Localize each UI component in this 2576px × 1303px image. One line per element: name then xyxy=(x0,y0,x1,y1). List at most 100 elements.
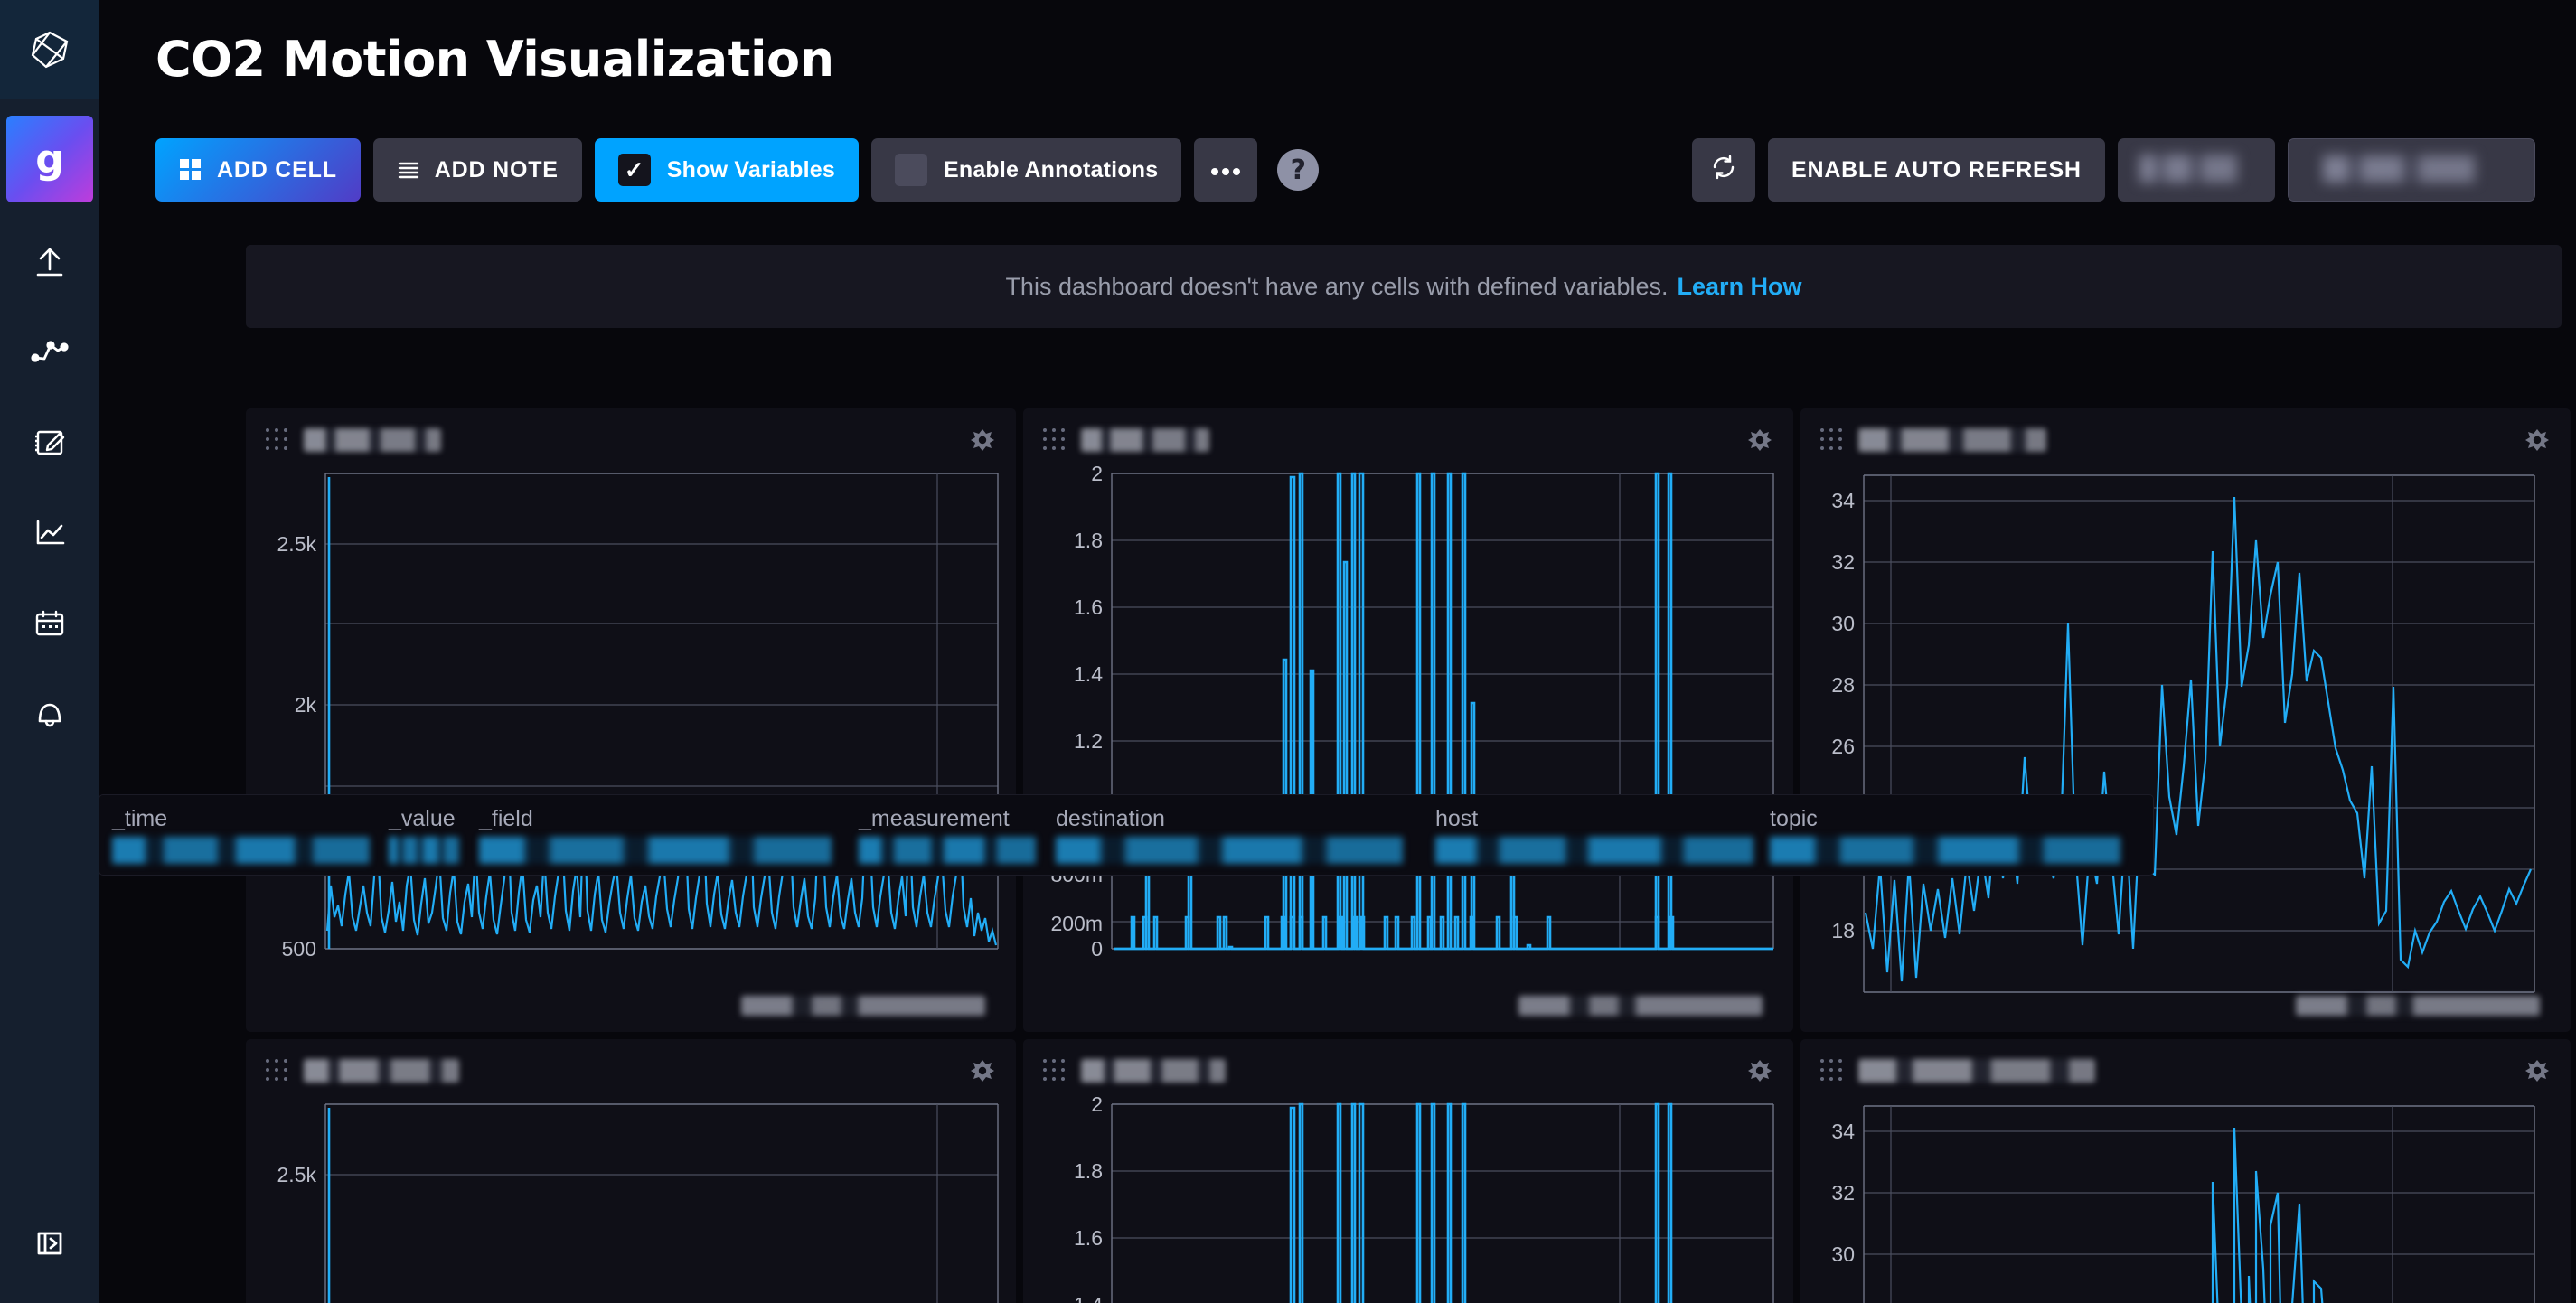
svg-text:32: 32 xyxy=(1831,1181,1855,1205)
tooltip-col-host: host xyxy=(1435,806,1478,832)
left-nav-sidebar: g xyxy=(0,0,99,1303)
help-button[interactable]: ? xyxy=(1277,149,1319,191)
add-note-label: ADD NOTE xyxy=(435,157,559,183)
avatar[interactable]: g xyxy=(6,116,93,202)
tooltip-value-row xyxy=(99,835,2153,875)
tooltip-value-_value xyxy=(389,837,459,864)
sidebar-expand-toggle[interactable] xyxy=(0,1218,99,1272)
sidebar-item-dashboards[interactable] xyxy=(0,502,99,564)
drag-handle-icon[interactable] xyxy=(1043,428,1067,452)
cell-title xyxy=(304,428,441,452)
svg-text:30: 30 xyxy=(1831,612,1855,635)
dashboard-cell[interactable]: 34 32 30 28 xyxy=(1800,1039,2571,1303)
gear-icon[interactable] xyxy=(969,427,996,454)
x-gridlines xyxy=(325,473,998,949)
svg-text:2k: 2k xyxy=(295,693,317,717)
y-gridlines xyxy=(325,473,998,949)
gear-icon[interactable] xyxy=(2524,427,2551,454)
dashboard-cell[interactable]: 2 1.8 1.6 1.4 1.2 1 800m 200m 0 xyxy=(1023,408,1793,1032)
x-gridlines xyxy=(325,1104,998,1303)
cell-plot[interactable]: 2 1.8 1.6 1.4 xyxy=(1023,1092,1793,1303)
influxdb-logo-icon[interactable] xyxy=(0,0,99,99)
tooltip-col-_value: _value xyxy=(389,806,456,832)
drag-handle-icon[interactable] xyxy=(266,428,289,452)
notebook-pencil-icon xyxy=(31,424,69,462)
tooltip-header-row: _time _value _field _measurement destina… xyxy=(99,795,2153,835)
svg-text:26: 26 xyxy=(1831,735,1855,758)
add-cell-button[interactable]: ADD CELL xyxy=(155,138,361,202)
x-axis-labels xyxy=(2296,996,2540,1016)
cell-plot[interactable]: 34 32 30 28 26 24 18 xyxy=(1800,461,2571,1032)
x-gridlines xyxy=(1864,475,2534,992)
drag-handle-icon[interactable] xyxy=(1043,1059,1067,1083)
x-axis-labels xyxy=(741,996,985,1016)
dashboard-cell[interactable]: 34 32 30 28 26 24 18 xyxy=(1800,408,2571,1032)
question-mark-icon: ? xyxy=(1291,155,1306,186)
add-cell-label: ADD CELL xyxy=(217,157,337,183)
cell-title xyxy=(1858,428,2046,452)
drag-handle-icon[interactable] xyxy=(1820,428,1844,452)
cell-title xyxy=(1081,1059,1226,1083)
cell-plot[interactable]: 2.5k 2k 1.5k 500 xyxy=(246,461,1016,1032)
tooltip-value-_time xyxy=(112,837,370,864)
sidebar-item-notebooks[interactable] xyxy=(0,412,99,473)
tooltip-col-destination: destination xyxy=(1056,806,1165,832)
enable-annotations-toggle[interactable]: Enable Annotations xyxy=(871,138,1181,202)
tooltip-value-_field xyxy=(479,837,832,864)
dashboard-cell[interactable]: 2.5k 2k xyxy=(246,1039,1016,1303)
cell-header xyxy=(1800,1039,2571,1092)
line-chart-icon xyxy=(31,514,69,552)
gear-icon[interactable] xyxy=(969,1057,996,1084)
drag-handle-icon[interactable] xyxy=(1820,1059,1844,1083)
svg-text:28: 28 xyxy=(1831,673,1855,697)
sidebar-item-data-explorer[interactable] xyxy=(0,322,99,383)
show-variables-checkbox[interactable] xyxy=(618,154,651,186)
sidebar-item-tasks[interactable] xyxy=(0,593,99,654)
svg-text:1.2: 1.2 xyxy=(1074,729,1103,753)
refresh-button[interactable] xyxy=(1692,138,1755,202)
refresh-rate-dropdown[interactable] xyxy=(2118,138,2275,202)
dashboard-cell[interactable]: 2.5k 2k 1.5k 500 xyxy=(246,408,1016,1032)
page-title: CO2 Motion Visualization xyxy=(99,0,2576,88)
series-line xyxy=(1291,1104,1671,1303)
enable-auto-refresh-button[interactable]: ENABLE AUTO REFRESH xyxy=(1768,138,2105,202)
svg-text:2: 2 xyxy=(1091,462,1103,485)
bell-icon xyxy=(31,695,69,733)
sidebar-item-alerts[interactable] xyxy=(0,683,99,745)
x-gridlines xyxy=(1112,1104,1773,1303)
cell-header xyxy=(246,1039,1016,1092)
svg-text:34: 34 xyxy=(1831,1120,1855,1143)
cell-plot[interactable]: 2 1.8 1.6 1.4 1.2 1 800m 200m 0 xyxy=(1023,461,1793,1032)
add-note-button[interactable]: ADD NOTE xyxy=(373,138,582,202)
calendar-icon xyxy=(31,605,69,642)
dashboard-toolbar: ADD CELL ADD NOTE Show Variables Enable … xyxy=(155,138,2576,202)
svg-text:32: 32 xyxy=(1831,550,1855,574)
variables-empty-message: This dashboard doesn't have any cells wi… xyxy=(1005,273,1668,301)
tooltip-value-topic xyxy=(1770,837,2120,864)
gear-icon[interactable] xyxy=(2524,1057,2551,1084)
cell-plot[interactable]: 34 32 30 28 xyxy=(1800,1092,2571,1303)
tooltip-col-_time: _time xyxy=(112,806,167,832)
y-gridlines xyxy=(1864,475,2534,992)
show-variables-label: Show Variables xyxy=(667,157,835,183)
series-line xyxy=(2151,1128,2328,1303)
dashboard-cell[interactable]: 2 1.8 1.6 1.4 xyxy=(1023,1039,1793,1303)
gear-icon[interactable] xyxy=(1746,427,1773,454)
gear-icon[interactable] xyxy=(1746,1057,1773,1084)
show-variables-toggle[interactable]: Show Variables xyxy=(595,138,859,202)
lines-icon xyxy=(397,158,420,182)
time-range-dropdown[interactable] xyxy=(2288,138,2535,202)
drag-handle-icon[interactable] xyxy=(266,1059,289,1083)
x-gridlines xyxy=(1864,1106,2534,1303)
auto-refresh-label: ENABLE AUTO REFRESH xyxy=(1791,157,2082,183)
y-gridlines xyxy=(1112,1104,1773,1303)
enable-annotations-checkbox[interactable] xyxy=(895,154,927,186)
sidebar-item-load-data[interactable] xyxy=(0,231,99,293)
cell-plot[interactable]: 2.5k 2k xyxy=(246,1092,1016,1303)
series-line xyxy=(1114,473,1773,949)
learn-how-link[interactable]: Learn How xyxy=(1678,273,1802,301)
cell-title xyxy=(1858,1059,2095,1083)
variables-empty-banner: This dashboard doesn't have any cells wi… xyxy=(246,245,2562,328)
more-options-button[interactable] xyxy=(1194,138,1257,202)
cell-header xyxy=(1800,408,2571,461)
